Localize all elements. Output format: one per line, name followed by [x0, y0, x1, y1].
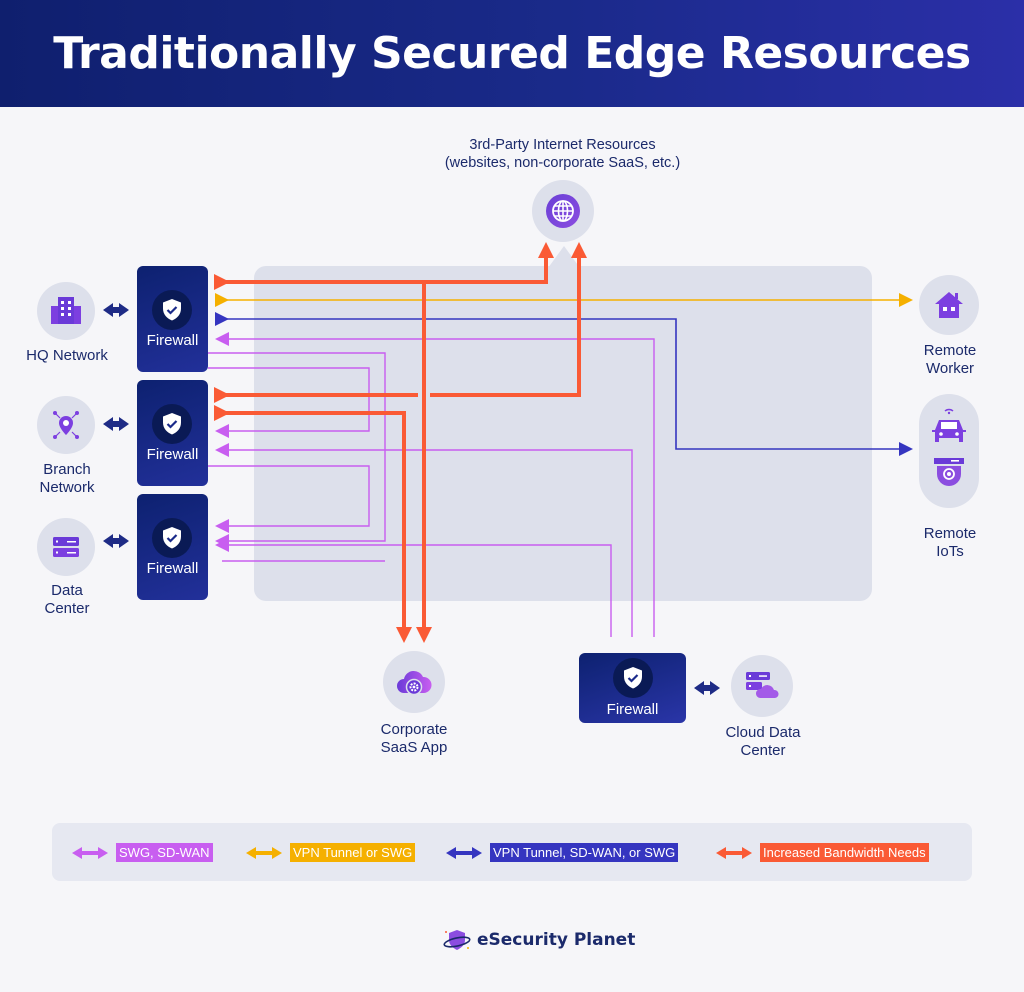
swg-line-branch-dc	[208, 465, 370, 533]
branch-network-node	[37, 396, 95, 454]
corporate-saas-label-line1: Corporate	[380, 721, 448, 738]
swg-line-dc-cloud	[215, 538, 612, 637]
remote-worker-label-line1: Remote	[923, 342, 977, 359]
branch-network-label-line2: Network	[39, 479, 95, 496]
shield-check-icon	[152, 518, 192, 558]
cloud-data-center-label-line1: Cloud Data	[725, 724, 801, 741]
building-icon	[51, 297, 81, 324]
data-center-node	[37, 518, 95, 576]
legend-label: VPN Tunnel or SWG	[290, 843, 416, 862]
double-arrow-icon	[716, 846, 752, 859]
remote-iot-node	[919, 394, 979, 508]
brand-name: eSecurity Planet	[477, 930, 636, 950]
cloud-firewall-label: Firewall	[606, 701, 659, 718]
legend-item-vpn-swg: VPN Tunnel or SWG	[244, 843, 416, 862]
data-center-caption: Data Center	[12, 582, 122, 618]
legend: SWG, SD-WAN VPN Tunnel or SWG VPN Tunnel…	[52, 823, 972, 881]
branch-network-label-line1: Branch	[43, 461, 91, 478]
hq-link-arrow	[103, 303, 129, 317]
planet-shield-icon	[443, 930, 471, 950]
server-icon	[53, 537, 79, 557]
cloud-data-center-caption: Cloud Data Center	[708, 724, 818, 760]
house-icon	[935, 292, 963, 318]
hq-network-label: HQ Network	[26, 347, 108, 364]
cloud-data-center-label-line2: Center	[740, 742, 786, 759]
hq-network-node	[37, 282, 95, 340]
data-center-firewall: Firewall	[137, 494, 208, 600]
remote-worker-label-line2: Worker	[925, 360, 975, 377]
double-arrow-icon	[446, 846, 482, 859]
data-center-label-line2: Center	[44, 600, 90, 617]
shield-check-icon	[152, 404, 192, 444]
hq-network-caption: HQ Network	[12, 347, 122, 365]
brand-logo: eSecurity Planet	[443, 928, 635, 952]
remote-worker-node	[919, 275, 979, 335]
dc-link-arrow	[103, 534, 129, 548]
bandwidth-lines	[214, 242, 587, 643]
remote-iot-caption: Remote IoTs	[900, 525, 1000, 561]
branch-link-arrow	[103, 417, 129, 431]
hq-firewall-label: Firewall	[146, 332, 199, 349]
server-cloud-icon	[746, 672, 779, 698]
corporate-saas-node	[383, 651, 445, 713]
bandwidth-line-branch-internet-b	[430, 242, 587, 397]
double-arrow-icon	[72, 846, 108, 859]
legend-label: SWG, SD-WAN	[116, 843, 213, 862]
remote-worker-caption: Remote Worker	[900, 342, 1000, 378]
corporate-saas-label-line2: SaaS App	[380, 739, 448, 756]
cloud-data-center-node	[731, 655, 793, 717]
data-center-label-line1: Data	[51, 582, 83, 599]
cloud-dc-link-arrow	[694, 681, 720, 695]
location-network-icon	[53, 411, 79, 439]
double-arrow-icon	[246, 846, 282, 859]
swg-line-hq-dc	[208, 352, 386, 548]
legend-item-increased-bandwidth: Increased Bandwidth Needs	[714, 843, 929, 862]
bandwidth-line-branch-saas	[214, 405, 412, 643]
cloud-firewall: Firewall	[579, 653, 686, 723]
shield-check-icon	[613, 658, 653, 698]
bandwidth-line-hq-internet	[214, 242, 554, 290]
hq-firewall: Firewall	[137, 266, 208, 372]
remote-iot-label-line1: Remote	[923, 525, 977, 542]
car-camera-icon	[932, 408, 966, 486]
branch-firewall: Firewall	[137, 380, 208, 486]
swg-line-hq-branch	[208, 367, 370, 438]
cloud-gear-icon	[397, 670, 432, 696]
legend-item-swg-sdwan: SWG, SD-WAN	[70, 843, 213, 862]
swg-line-hq-cloud	[215, 332, 655, 637]
branch-firewall-label: Firewall	[146, 446, 199, 463]
remote-iot-label-line2: IoTs	[936, 543, 964, 560]
swg-line-branch-cloud	[215, 443, 633, 637]
legend-item-vpn-sdwan-swg: VPN Tunnel, SD-WAN, or SWG	[444, 843, 679, 862]
swg-sdwan-lines	[208, 332, 655, 637]
legend-label: Increased Bandwidth Needs	[760, 843, 929, 862]
corporate-saas-caption: Corporate SaaS App	[359, 721, 469, 757]
branch-network-caption: Branch Network	[12, 461, 122, 497]
data-center-firewall-label: Firewall	[146, 560, 199, 577]
legend-label: VPN Tunnel, SD-WAN, or SWG	[490, 843, 679, 862]
shield-check-icon	[152, 290, 192, 330]
